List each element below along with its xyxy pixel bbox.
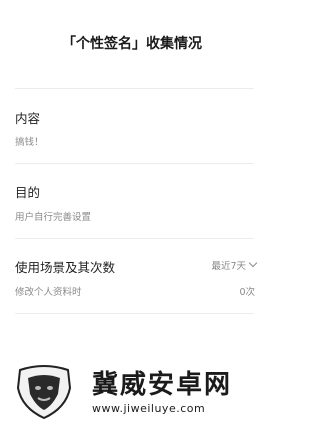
time-filter-label: 最近7天	[211, 261, 246, 272]
divider	[15, 238, 254, 239]
purpose-label: 目的	[15, 185, 41, 200]
content-value: 搞钱！	[15, 137, 44, 148]
watermark: 冀威安卓网 www.jiweiluye.com	[14, 360, 260, 422]
usage-count: 0次	[239, 287, 255, 298]
gorilla-logo-icon	[16, 365, 72, 420]
divider	[15, 313, 254, 314]
usage-scene: 修改个人资料时	[15, 287, 82, 298]
time-filter-dropdown[interactable]: 最近7天	[211, 258, 258, 272]
divider	[15, 88, 254, 89]
page-title: 「个性签名」收集情况	[62, 36, 202, 52]
divider	[15, 163, 254, 164]
watermark-url: www.jiweiluye.com	[92, 402, 206, 415]
purpose-value: 用户自行完善设置	[15, 212, 92, 223]
chevron-down-icon	[248, 258, 258, 268]
watermark-text: 冀威安卓网	[92, 370, 233, 400]
content-label: 内容	[15, 111, 41, 126]
usage-label: 使用场景及其次数	[15, 260, 116, 275]
